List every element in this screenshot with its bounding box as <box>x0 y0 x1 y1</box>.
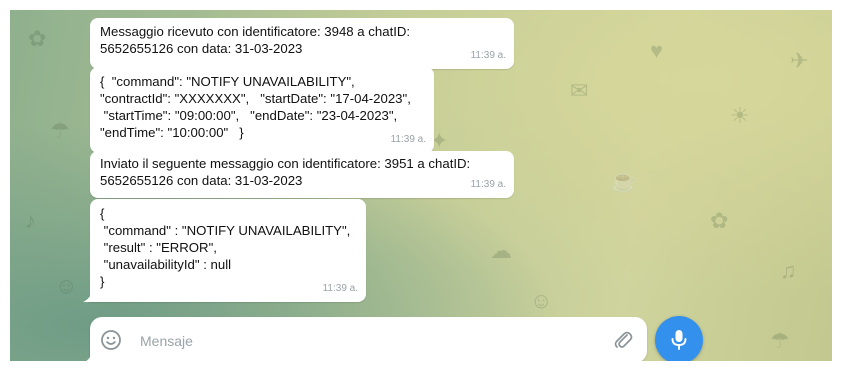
wallpaper-doodle: ♥ <box>650 38 664 63</box>
microphone-icon <box>671 330 687 350</box>
message-text: { "command": "NOTIFY UNAVAILABILITY", "c… <box>100 74 411 140</box>
message-time: 11:39 a. <box>390 134 426 145</box>
message-bubble[interactable]: Messaggio ricevuto con identificatore: 3… <box>90 18 514 69</box>
wallpaper-doodle: ☁ <box>490 238 512 263</box>
wallpaper-doodle: ☀ <box>730 103 750 128</box>
wallpaper-doodle: ♫ <box>780 258 797 283</box>
wallpaper-doodle: ✿ <box>710 208 729 233</box>
message-bubble[interactable]: { "command": "NOTIFY UNAVAILABILITY", "c… <box>90 67 434 153</box>
message-text: { "command" : "NOTIFY UNAVAILABILITY", "… <box>100 206 351 289</box>
chat-window: ✿ ☂ ♪ ☺ ✉ ♥ ☀ ✈ ☕ ✿ ♫ ☁ ✦ ☺ ☂ Messaggio … <box>10 10 832 361</box>
paperclip-icon[interactable] <box>613 329 633 351</box>
wallpaper-doodle: ✉ <box>570 78 589 103</box>
wallpaper-doodle: ☺ <box>55 273 78 298</box>
smiley-icon[interactable] <box>100 329 122 351</box>
wallpaper-doodle: ♪ <box>25 208 36 233</box>
message-text: Messaggio ricevuto con identificatore: 3… <box>100 24 411 56</box>
message-time: 11:39 a. <box>470 50 506 61</box>
message-time: 11:39 a. <box>470 179 506 190</box>
message-time: 11:39 a. <box>322 283 358 294</box>
wallpaper-doodle: ✿ <box>28 26 47 51</box>
microphone-button[interactable] <box>655 316 703 361</box>
wallpaper-doodle: ☺ <box>530 288 553 313</box>
wallpaper-doodle: ☂ <box>770 328 790 353</box>
message-bubble[interactable]: Inviato il seguente messaggio con identi… <box>90 151 514 198</box>
message-composer <box>86 317 647 361</box>
wallpaper-doodle: ✈ <box>790 48 809 73</box>
message-bubble[interactable]: { "command" : "NOTIFY UNAVAILABILITY", "… <box>83 199 366 302</box>
bubble-tail <box>83 290 93 302</box>
composer-tail <box>86 351 93 361</box>
wallpaper-doodle: ☕ <box>610 168 638 193</box>
message-text: Inviato il seguente messaggio con identi… <box>100 156 471 188</box>
message-input[interactable] <box>138 327 602 355</box>
wallpaper-doodle: ☂ <box>50 118 70 143</box>
